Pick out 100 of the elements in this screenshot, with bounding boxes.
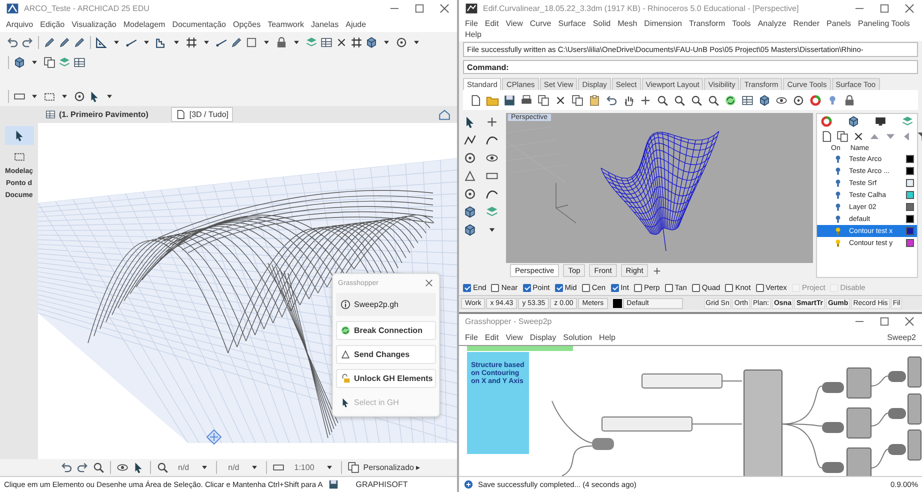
menu-item[interactable]: Janelas <box>311 20 339 29</box>
component-node[interactable] <box>908 430 922 460</box>
menu-item[interactable]: Documentação <box>172 20 226 29</box>
document-icon[interactable] <box>820 130 833 143</box>
cube-icon[interactable] <box>463 223 477 237</box>
circle-icon[interactable] <box>395 36 408 48</box>
file-button[interactable]: Sweep2p.gh <box>336 293 436 316</box>
component-node[interactable] <box>846 368 872 398</box>
slider-node[interactable] <box>592 438 614 450</box>
magnifier-icon[interactable] <box>690 94 703 106</box>
color-swatch[interactable] <box>906 179 914 187</box>
circle-icon[interactable] <box>792 94 805 106</box>
circle-icon[interactable] <box>463 151 477 165</box>
cube-icon[interactable] <box>365 36 378 48</box>
view-dropdown[interactable]: Personalizado ▸ <box>363 463 420 472</box>
checkbox[interactable] <box>756 284 764 292</box>
bulb-icon[interactable] <box>833 214 843 224</box>
menu-item[interactable]: Help <box>599 332 616 342</box>
component-node[interactable] <box>846 408 872 438</box>
close-icon[interactable] <box>438 2 451 15</box>
copy-icon[interactable] <box>571 94 584 106</box>
menu-item[interactable]: Arquivo <box>6 20 34 29</box>
redo-icon[interactable] <box>21 36 34 48</box>
menu-item[interactable]: Analyze <box>758 19 786 28</box>
table-icon[interactable] <box>320 36 333 48</box>
component-node[interactable] <box>908 394 922 424</box>
menu-item[interactable]: Display <box>530 332 556 342</box>
hash-grid-icon[interactable] <box>350 36 363 48</box>
action-button[interactable]: Break Connection <box>336 321 436 340</box>
menu-item[interactable]: View <box>506 19 523 28</box>
dropdown-field[interactable]: n/d <box>172 463 196 472</box>
circular-arrows-icon[interactable] <box>724 94 737 106</box>
color-swatch[interactable] <box>906 203 914 211</box>
view-tab[interactable]: (1. Primeiro Pavimento) <box>42 108 152 121</box>
slider-node[interactable] <box>822 462 844 473</box>
ring-icon[interactable] <box>809 94 822 106</box>
connection-wire[interactable] <box>870 412 888 426</box>
panel-node[interactable] <box>602 416 692 432</box>
hand-icon[interactable] <box>622 94 635 106</box>
menu-item[interactable]: Edit <box>484 332 499 342</box>
color-swatch[interactable] <box>906 191 914 199</box>
action-button[interactable]: Unlock GH Elements <box>336 369 436 388</box>
menu-item[interactable]: Teamwork <box>268 20 304 29</box>
slider-node[interactable] <box>822 422 844 433</box>
document-icon[interactable] <box>469 94 482 106</box>
checkbox[interactable] <box>634 284 642 292</box>
cube-icon[interactable] <box>758 94 771 106</box>
padlock-icon[interactable] <box>275 36 288 48</box>
house-icon[interactable] <box>438 108 451 121</box>
polyline-icon[interactable] <box>463 133 477 147</box>
checkbox[interactable] <box>491 284 500 292</box>
menu-item[interactable]: Ajude <box>346 20 366 29</box>
bulb-icon[interactable] <box>833 202 843 212</box>
undo-icon[interactable] <box>605 94 618 106</box>
cube-icon[interactable] <box>847 115 860 128</box>
square-icon[interactable] <box>245 36 258 48</box>
clipboard-icon[interactable] <box>588 94 601 106</box>
menu-item[interactable]: Solution <box>563 332 592 342</box>
hash-grid-icon[interactable] <box>185 36 198 48</box>
redo-icon[interactable] <box>76 461 89 474</box>
color-swatch[interactable] <box>906 167 914 175</box>
checkbox[interactable] <box>554 284 563 292</box>
menu-item[interactable]: Dimension <box>644 19 682 28</box>
cross-icon[interactable] <box>852 130 865 143</box>
plus-icon[interactable] <box>652 266 662 276</box>
table-icon[interactable] <box>741 94 754 106</box>
undo-icon[interactable] <box>6 36 19 48</box>
bulb-icon[interactable] <box>833 238 843 248</box>
menu-item[interactable]: Mesh <box>618 19 638 28</box>
triangle-outline-icon[interactable] <box>463 169 477 183</box>
checkbox[interactable] <box>582 284 590 292</box>
bulb-icon[interactable] <box>833 190 843 200</box>
panel-node[interactable] <box>642 374 722 388</box>
component-node[interactable] <box>744 370 782 476</box>
view-tab[interactable]: [3D / Tudo] <box>171 107 232 122</box>
pencil-icon[interactable] <box>230 36 243 48</box>
menu-item[interactable]: Paneling Tools <box>858 19 910 28</box>
magnifier-icon[interactable] <box>656 94 669 106</box>
maximize-icon[interactable] <box>878 2 891 15</box>
slider-node[interactable] <box>888 371 906 382</box>
checkbox[interactable] <box>522 284 531 292</box>
pencil-icon[interactable] <box>43 36 56 48</box>
bulb-icon[interactable] <box>833 166 843 176</box>
connection-wire[interactable] <box>870 376 888 386</box>
menu-item[interactable]: Transform <box>688 19 726 28</box>
checkbox[interactable] <box>725 284 734 292</box>
menu-item[interactable]: Opções <box>233 20 261 29</box>
circle-icon[interactable] <box>463 187 477 201</box>
color-swatch[interactable] <box>906 239 914 247</box>
maximize-icon[interactable] <box>413 2 426 15</box>
table-icon[interactable] <box>73 56 86 68</box>
pencil-icon[interactable] <box>73 36 86 48</box>
ring-icon[interactable] <box>820 115 833 128</box>
magnifier-icon[interactable] <box>92 461 105 474</box>
action-button[interactable]: Send Changes <box>336 345 436 364</box>
connection-wire[interactable] <box>562 446 592 476</box>
monitor-icon[interactable] <box>874 115 887 128</box>
padlock-icon[interactable] <box>843 94 856 106</box>
magnifier-icon[interactable] <box>707 94 720 106</box>
magnifier-icon[interactable] <box>156 461 169 474</box>
